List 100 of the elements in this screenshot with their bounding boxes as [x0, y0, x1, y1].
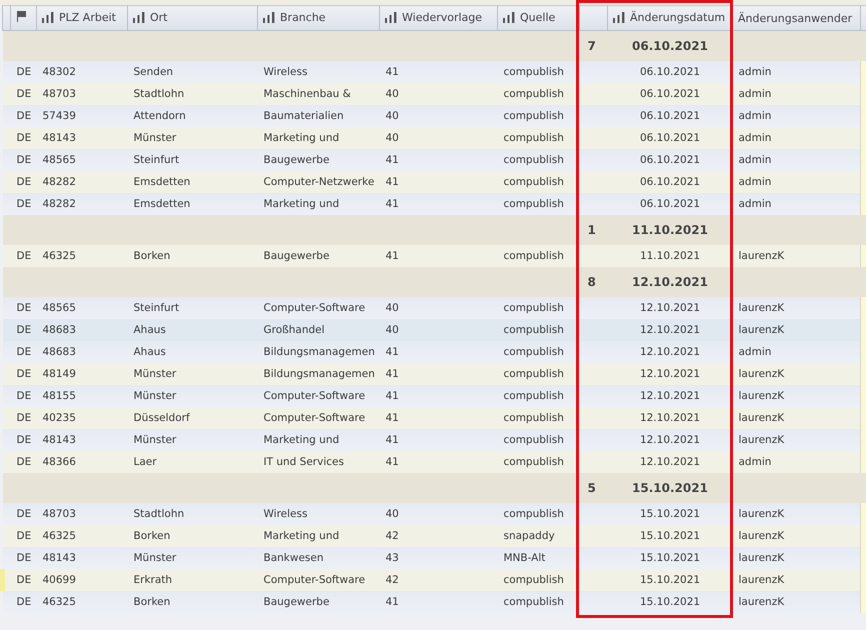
user-cell: admin	[738, 110, 772, 122]
table-cell: Stadtlohn	[134, 88, 184, 100]
user-cell: laurenzK	[738, 390, 784, 402]
table-cell: Baugewerbe	[264, 250, 330, 262]
table-cell: 48149	[42, 368, 76, 380]
table-cell: 41	[386, 390, 399, 402]
table-cell: Marketing und	[264, 198, 340, 210]
table-cell: Münster	[134, 368, 176, 380]
date-cell: 06.10.2021	[640, 198, 700, 210]
table-cell: 40	[386, 132, 399, 144]
table-cell: Baumaterialien	[264, 110, 344, 122]
group-count: 8	[588, 275, 596, 289]
user-cell: admin	[738, 346, 772, 358]
table-cell: Wireless	[264, 508, 308, 520]
user-cell: laurenzK	[738, 434, 784, 446]
date-cell: 12.10.2021	[640, 412, 700, 424]
date-cell: 06.10.2021	[640, 176, 700, 188]
sort-bars-icon[interactable]	[42, 12, 54, 22]
user-cell: laurenzK	[738, 574, 784, 586]
user-cell: laurenzK	[738, 552, 784, 564]
table-cell: 41	[386, 176, 399, 188]
user-cell: laurenzK	[738, 302, 784, 314]
date-cell: 06.10.2021	[640, 132, 700, 144]
date-cell: 11.10.2021	[640, 250, 700, 262]
table-cell: compublish	[504, 198, 564, 210]
table-cell: compublish	[504, 132, 564, 144]
country-code: DE	[16, 250, 32, 262]
table-cell: Bildungsmanagemen	[264, 368, 375, 380]
table-cell: Baugewerbe	[264, 596, 330, 608]
table-cell: Laer	[134, 456, 157, 468]
sort-bars-icon[interactable]	[263, 12, 275, 22]
country-code: DE	[16, 530, 32, 542]
table-cell: 41	[386, 250, 399, 262]
sort-bars-icon[interactable]	[613, 12, 625, 22]
column-header[interactable]: Ort	[150, 10, 168, 24]
table-cell: compublish	[504, 508, 564, 520]
group-date[interactable]: 11.10.2021	[632, 223, 708, 237]
table-cell: compublish	[504, 88, 564, 100]
table-cell: 46325	[42, 530, 76, 542]
user-cell: admin	[738, 88, 772, 100]
user-cell: laurenzK	[738, 596, 784, 608]
country-code: DE	[16, 552, 32, 564]
table-cell: compublish	[504, 324, 564, 336]
country-code: DE	[16, 154, 32, 166]
table-cell: Borken	[134, 596, 170, 608]
table-cell: compublish	[504, 110, 564, 122]
date-cell: 12.10.2021	[640, 390, 700, 402]
table-cell: Steinfurt	[134, 154, 180, 166]
table-cell: 40	[386, 302, 399, 314]
date-cell: 06.10.2021	[640, 154, 700, 166]
table-cell: compublish	[504, 390, 564, 402]
country-code: DE	[16, 574, 32, 586]
table-cell: 41	[386, 412, 399, 424]
table-cell: compublish	[504, 412, 564, 424]
table-cell: Computer-Software	[264, 302, 366, 314]
table-cell: compublish	[504, 302, 564, 314]
date-cell: 12.10.2021	[640, 324, 700, 336]
date-cell: 12.10.2021	[640, 434, 700, 446]
table-cell: 42	[386, 530, 399, 542]
table-cell: compublish	[504, 176, 564, 188]
table-cell: 48143	[42, 552, 76, 564]
country-code: DE	[16, 176, 32, 188]
table-cell: 41	[386, 198, 399, 210]
table-cell: 40	[386, 324, 399, 336]
table-cell: Computer-Software	[264, 412, 366, 424]
date-cell: 06.10.2021	[640, 88, 700, 100]
table-cell: Münster	[134, 390, 176, 402]
country-code: DE	[16, 456, 32, 468]
country-code: DE	[16, 198, 32, 210]
table-cell: 48282	[42, 198, 76, 210]
flag-icon[interactable]	[16, 11, 27, 22]
table-cell: IT und Services	[264, 456, 344, 468]
table-cell: 42	[386, 574, 399, 586]
table-cell: Computer-Software	[264, 390, 366, 402]
sort-bars-icon[interactable]	[503, 12, 515, 22]
country-code: DE	[16, 302, 32, 314]
date-cell: 12.10.2021	[640, 368, 700, 380]
table-cell: 40	[386, 110, 399, 122]
sort-bars-icon[interactable]	[133, 12, 145, 22]
table-cell: Großhandel	[264, 324, 325, 336]
column-header[interactable]: Branche	[280, 10, 326, 24]
user-cell: laurenzK	[738, 508, 784, 520]
date-cell: 12.10.2021	[640, 302, 700, 314]
group-date[interactable]: 15.10.2021	[632, 481, 708, 495]
table-cell: 48302	[42, 66, 76, 78]
table-cell: Münster	[134, 434, 176, 446]
sort-bars-icon[interactable]	[385, 12, 397, 22]
table-cell: compublish	[504, 574, 564, 586]
user-cell: laurenzK	[738, 324, 784, 336]
table-cell: compublish	[504, 66, 564, 78]
table-cell: Marketing und	[264, 132, 340, 144]
group-date[interactable]: 06.10.2021	[632, 39, 708, 53]
table-cell: Münster	[134, 132, 176, 144]
user-cell: laurenzK	[738, 412, 784, 424]
table-cell: Emsdetten	[134, 176, 190, 188]
table-cell: Erkrath	[134, 574, 172, 586]
group-date[interactable]: 12.10.2021	[632, 275, 708, 289]
country-code: DE	[16, 434, 32, 446]
user-cell: admin	[738, 176, 772, 188]
date-cell: 15.10.2021	[640, 574, 700, 586]
